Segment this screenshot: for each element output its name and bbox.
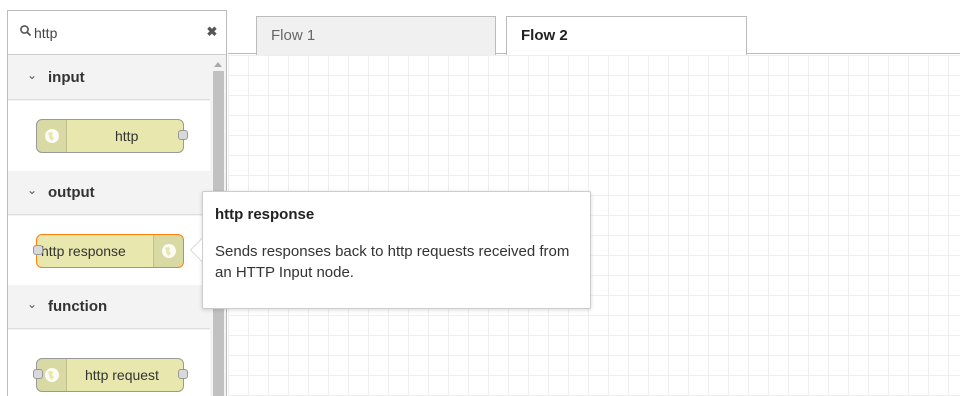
palette-node-http-request[interactable]: http request: [36, 358, 184, 392]
category-label: function: [48, 298, 108, 315]
node-palette: ✖ ⌄ input http ⌄ output: [7, 10, 227, 396]
category-body-input: http: [8, 101, 210, 171]
tab-label: Flow 1: [271, 27, 316, 44]
tooltip-arrow-fill: [191, 239, 202, 261]
output-port[interactable]: [178, 369, 188, 379]
flow-tabs: Flow 1 Flow 2: [228, 10, 960, 56]
tooltip-title: http response: [215, 206, 315, 223]
chevron-down-icon: ⌄: [27, 68, 38, 82]
editor-window: ✖ ⌄ input http ⌄ output: [0, 0, 960, 396]
close-icon[interactable]: ✖: [205, 25, 219, 39]
node-label: http: [115, 128, 139, 144]
tooltip-body: Sends responses back to http requests re…: [215, 243, 570, 281]
category-header-function[interactable]: ⌄ function: [8, 285, 210, 329]
chevron-down-icon: ⌄: [27, 297, 38, 311]
tab-flow-1[interactable]: Flow 1: [256, 16, 496, 55]
category-header-input[interactable]: ⌄ input: [8, 56, 210, 100]
palette-node-http-response[interactable]: http response: [36, 234, 184, 268]
scroll-up-arrow-icon[interactable]: [214, 62, 222, 67]
input-port[interactable]: [33, 369, 43, 379]
chevron-down-icon: ⌄: [27, 183, 38, 197]
category-list: ⌄ input http ⌄ output http response ⌄ fu…: [8, 56, 210, 396]
globe-icon: [37, 120, 67, 152]
node-help-tooltip: http response Sends responses back to ht…: [202, 191, 591, 309]
search-input[interactable]: [34, 22, 184, 44]
output-port[interactable]: [178, 130, 188, 140]
tab-label: Flow 2: [521, 27, 568, 44]
palette-node-http-in[interactable]: http: [36, 119, 184, 153]
category-body-function: http request: [8, 330, 210, 396]
tab-flow-2[interactable]: Flow 2: [506, 16, 747, 56]
category-body-output: http response: [8, 216, 210, 285]
category-label: output: [48, 184, 95, 201]
search-icon: [19, 24, 33, 38]
palette-search: ✖: [8, 11, 226, 55]
input-port[interactable]: [33, 245, 43, 255]
globe-icon: [153, 235, 183, 267]
node-label: http request: [85, 367, 159, 383]
node-label: http response: [41, 243, 126, 259]
category-label: input: [48, 69, 85, 86]
category-header-output[interactable]: ⌄ output: [8, 171, 210, 215]
